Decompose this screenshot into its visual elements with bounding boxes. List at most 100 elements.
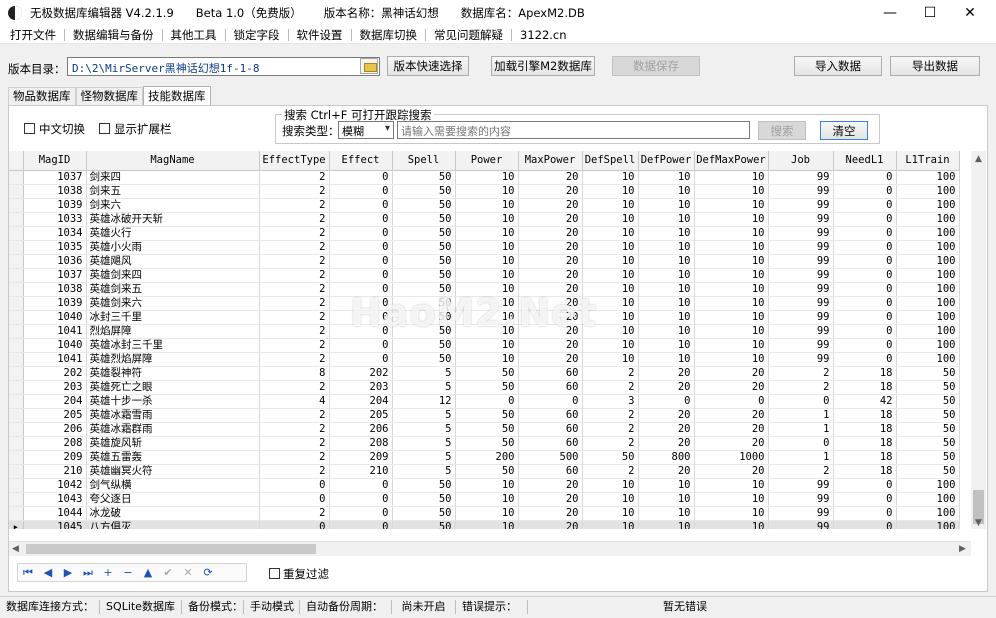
table-cell[interactable]: 20 xyxy=(694,380,769,395)
table-cell[interactable]: 10 xyxy=(638,338,695,353)
table-cell[interactable]: 100 xyxy=(896,226,960,241)
table-cell[interactable]: 20 xyxy=(638,422,695,437)
table-cell[interactable]: 10 xyxy=(638,226,695,241)
table-cell[interactable]: 20 xyxy=(518,268,583,283)
load-m2-button[interactable]: 加载引擎M2数据库 xyxy=(491,56,595,76)
table-cell[interactable]: 10 xyxy=(638,268,695,283)
table-cell[interactable]: 1038 xyxy=(23,184,87,199)
table-row[interactable]: 1038 英雄剑来五 2 0 50 10 20 10 10 10 99 0 100 xyxy=(9,282,960,297)
table-cell[interactable]: 0 xyxy=(833,478,897,493)
table-cell[interactable]: 100 xyxy=(896,268,960,283)
table-cell[interactable]: 203 xyxy=(23,380,87,395)
table-cell[interactable]: 10 xyxy=(694,184,769,199)
table-cell[interactable]: 10 xyxy=(455,296,519,311)
table-cell[interactable]: 5 xyxy=(392,422,456,437)
table-cell[interactable]: 英雄冰破开天斩 xyxy=(86,212,260,227)
table-cell[interactable]: 202 xyxy=(23,366,87,381)
table-cell[interactable]: 10 xyxy=(694,212,769,227)
table-cell[interactable]: 0 xyxy=(833,352,897,367)
table-cell[interactable]: 10 xyxy=(455,170,519,185)
table-cell[interactable]: 100 xyxy=(896,352,960,367)
table-cell[interactable]: 12 xyxy=(392,394,456,409)
table-cell[interactable]: 1000 xyxy=(694,450,769,465)
table-cell[interactable]: 2 xyxy=(259,240,330,255)
table-cell[interactable]: 100 xyxy=(896,492,960,507)
table-cell[interactable]: 10 xyxy=(638,310,695,325)
table-cell[interactable]: 夸父逐日 xyxy=(86,492,260,507)
menu-edit-backup[interactable]: 数据编辑与备份 xyxy=(65,28,163,41)
table-cell[interactable]: 60 xyxy=(518,436,583,451)
table-cell[interactable]: 50 xyxy=(392,268,456,283)
table-cell[interactable]: 1034 xyxy=(23,226,87,241)
menu-other-tools[interactable]: 其他工具 xyxy=(163,28,226,41)
table-cell[interactable]: 10 xyxy=(455,324,519,339)
table-cell[interactable]: 10 xyxy=(694,506,769,521)
table-cell[interactable]: 2 xyxy=(582,408,639,423)
row-indicator[interactable] xyxy=(9,366,24,381)
table-cell[interactable]: 2 xyxy=(768,464,834,479)
row-indicator[interactable] xyxy=(9,450,24,465)
table-cell[interactable]: 20 xyxy=(518,310,583,325)
clear-button[interactable]: 清空 xyxy=(820,121,868,140)
table-cell[interactable]: 2 xyxy=(259,450,330,465)
table-cell[interactable]: 100 xyxy=(896,254,960,269)
row-indicator[interactable] xyxy=(9,198,24,213)
table-cell[interactable]: 0 xyxy=(833,184,897,199)
next-icon[interactable]: ▶ xyxy=(58,565,78,581)
table-cell[interactable]: 10 xyxy=(455,268,519,283)
table-cell[interactable]: 2 xyxy=(259,506,330,521)
table-cell[interactable]: 209 xyxy=(329,450,393,465)
table-cell[interactable]: 0 xyxy=(329,198,393,213)
table-cell[interactable]: 0 xyxy=(833,170,897,185)
table-cell[interactable]: 10 xyxy=(582,492,639,507)
table-cell[interactable]: 0 xyxy=(329,352,393,367)
table-cell[interactable]: 99 xyxy=(768,226,834,241)
table-cell[interactable]: 0 xyxy=(329,212,393,227)
table-cell[interactable]: 1044 xyxy=(23,506,87,521)
table-cell[interactable]: 1040 xyxy=(23,310,87,325)
table-cell[interactable]: 60 xyxy=(518,380,583,395)
table-cell[interactable]: 20 xyxy=(638,436,695,451)
table-row[interactable]: 1039 剑来六 2 0 50 10 20 10 10 10 99 0 100 xyxy=(9,198,960,213)
table-cell[interactable]: 0 xyxy=(833,520,897,529)
table-cell[interactable]: 60 xyxy=(518,366,583,381)
row-indicator[interactable]: ▸ xyxy=(9,520,24,529)
table-cell[interactable]: 英雄冰封三千里 xyxy=(86,338,260,353)
table-cell[interactable]: 10 xyxy=(582,254,639,269)
tab-skills[interactable]: 技能数据库 xyxy=(143,86,211,105)
table-row[interactable]: 1042 剑气纵横 0 0 50 10 20 10 10 10 99 0 100 xyxy=(9,478,960,493)
table-row[interactable]: 1034 英雄火行 2 0 50 10 20 10 10 10 99 0 100 xyxy=(9,226,960,241)
table-cell[interactable]: 2 xyxy=(259,212,330,227)
row-indicator[interactable] xyxy=(9,408,24,423)
row-indicator[interactable] xyxy=(9,282,24,297)
row-indicator[interactable] xyxy=(9,338,24,353)
table-cell[interactable]: 50 xyxy=(392,506,456,521)
row-indicator[interactable] xyxy=(9,296,24,311)
table-cell[interactable]: 100 xyxy=(896,310,960,325)
table-cell[interactable]: 10 xyxy=(694,352,769,367)
table-cell[interactable]: 99 xyxy=(768,506,834,521)
column-header[interactable]: NeedL1 xyxy=(833,151,897,171)
table-cell[interactable]: 10 xyxy=(694,170,769,185)
table-cell[interactable]: 10 xyxy=(694,478,769,493)
table-cell[interactable]: 100 xyxy=(896,184,960,199)
table-cell[interactable]: 20 xyxy=(694,436,769,451)
column-header[interactable]: L1Train xyxy=(896,151,960,171)
table-cell[interactable]: 204 xyxy=(23,394,87,409)
table-cell[interactable]: 20 xyxy=(518,492,583,507)
table-cell[interactable]: 1041 xyxy=(23,352,87,367)
refresh-icon[interactable]: ⟳ xyxy=(198,565,218,581)
table-cell[interactable]: 50 xyxy=(392,324,456,339)
table-cell[interactable]: 99 xyxy=(768,520,834,529)
column-header[interactable]: MagName xyxy=(86,151,260,171)
column-header[interactable]: Job xyxy=(768,151,834,171)
table-cell[interactable]: 0 xyxy=(259,492,330,507)
table-cell[interactable]: 0 xyxy=(329,506,393,521)
dup-filter-checkbox[interactable] xyxy=(269,568,280,579)
table-cell[interactable]: 0 xyxy=(455,394,519,409)
menu-open-file[interactable]: 打开文件 xyxy=(0,28,65,41)
table-cell[interactable]: 0 xyxy=(833,338,897,353)
search-type-select[interactable]: 模糊 xyxy=(338,121,394,139)
table-cell[interactable]: 18 xyxy=(833,464,897,479)
table-cell[interactable]: 99 xyxy=(768,254,834,269)
